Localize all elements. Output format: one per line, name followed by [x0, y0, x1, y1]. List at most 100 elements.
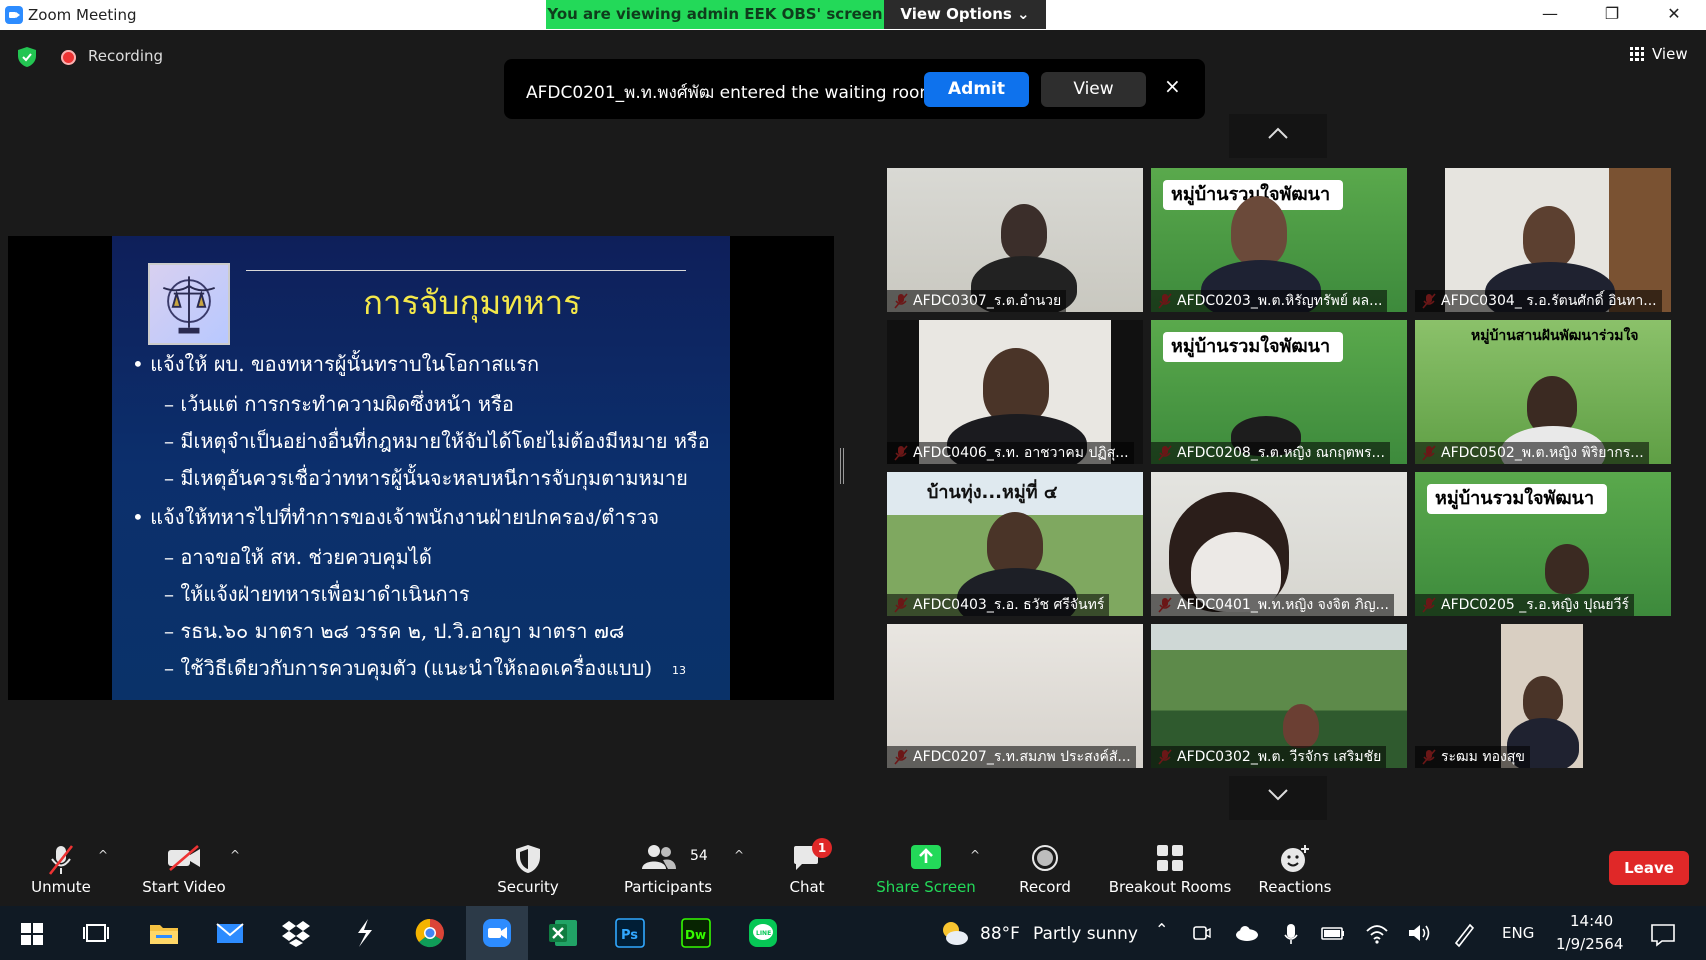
record-icon	[1032, 845, 1058, 871]
app-s-icon[interactable]	[346, 915, 382, 951]
participant-tile[interactable]: AFDC0401_พ.ท.หญิง จงจิต ภิญ...	[1151, 472, 1407, 616]
reactions-button[interactable]: Reactions	[1256, 832, 1334, 904]
slide-sub-bullet: – ให้แจ้งฝ่ายทหารเพื่อมาดำเนินการ	[164, 582, 470, 606]
participant-tile[interactable]: หมู่บ้านรวมใจพัฒนา AFDC0205 _ร.อ.หญิง ปุ…	[1415, 472, 1671, 616]
participant-tile[interactable]: หมู่บ้านรวมใจพัฒนา AFDC0203_พ.ต.หิรัญทรั…	[1151, 168, 1407, 312]
title-rule	[246, 270, 686, 271]
photoshop-icon[interactable]: Ps	[612, 915, 648, 951]
wifi-icon[interactable]	[1364, 915, 1390, 951]
file-explorer-icon[interactable]	[146, 915, 182, 951]
zoom-icon[interactable]	[479, 915, 515, 951]
share-screen-button[interactable]: Share Screen	[874, 832, 978, 904]
mail-icon[interactable]	[212, 915, 248, 951]
share-options-caret[interactable]: ^	[970, 848, 980, 862]
line-icon[interactable]: LINE	[745, 915, 781, 951]
participant-tile[interactable]: AFDC0307_ร.ต.อำนวย	[887, 168, 1143, 312]
participant-tile[interactable]: AFDC0304_ ร.อ.รัตนศักดิ์ อินทา...	[1415, 168, 1671, 312]
gallery-prev-button[interactable]	[1229, 114, 1327, 158]
participant-tile[interactable]: AFDC0406_ร.ท. อาชวาคม ปฏิสุ...	[887, 320, 1143, 464]
restore-button[interactable]: ❐	[1582, 0, 1642, 30]
view-waiting-room-button[interactable]: View	[1041, 72, 1146, 107]
windows-start-icon[interactable]	[14, 915, 50, 951]
participant-tile[interactable]: AFDC0207_ร.ท.สมภพ ประสงค์สั...	[887, 624, 1143, 768]
video-options-caret[interactable]: ^	[230, 848, 240, 862]
virtual-background-banner: หมู่บ้านรวมใจพัฒนา	[1163, 332, 1343, 362]
slide-title: การจับกุมทหาร	[362, 283, 581, 322]
breakout-rooms-button[interactable]: Breakout Rooms	[1106, 832, 1234, 904]
participants-icon	[642, 845, 677, 869]
record-button[interactable]: Record	[1010, 832, 1080, 904]
task-view-icon[interactable]	[78, 915, 114, 951]
slide-sub-bullet: – มีเหตุอันควรเชื่อว่าทหารผู้นั้นจะหลบหน…	[164, 466, 688, 490]
slide-sub-bullet: – ใช้วิธีเดียวกับการควบคุมตัว (แนะนำให้ถ…	[164, 656, 653, 680]
virtual-background-banner: บ้านทุ่ง...หมู่ที่ ๔	[927, 482, 1058, 503]
virtual-background-banner: หมู่บ้านรวมใจพัฒนา	[1427, 484, 1607, 514]
close-notification-icon[interactable]: ×	[1164, 74, 1181, 98]
security-button[interactable]: Security	[490, 832, 566, 904]
audio-options-caret[interactable]: ^	[98, 848, 108, 862]
chevron-down-icon	[1268, 789, 1288, 801]
chat-unread-badge: 1	[812, 838, 832, 858]
volume-icon[interactable]	[1406, 915, 1432, 951]
unmute-button[interactable]: Unmute	[20, 832, 102, 904]
record-label: Record	[1019, 878, 1071, 896]
view-options-button[interactable]: View Options ⌄	[884, 0, 1046, 29]
encryption-shield-icon[interactable]	[18, 47, 36, 67]
participant-tile[interactable]: หมู่บ้านสานฝันพัฒนาร่วมใจ AFDC0502_พ.ต.ห…	[1415, 320, 1671, 464]
slide-sub-bullet: – รธน.๖๐ มาตรา ๒๘ วรรค ๒, ป.วิ.อาญา มาตร…	[164, 619, 625, 643]
chrome-icon[interactable]	[412, 915, 448, 951]
participant-name: AFDC0203_พ.ต.หิรัญทรัพย์ ผล...	[1151, 290, 1388, 312]
breakout-rooms-label: Breakout Rooms	[1108, 878, 1232, 896]
notification-center-icon[interactable]	[1648, 915, 1678, 951]
close-window-button[interactable]: ✕	[1644, 0, 1704, 30]
chat-button[interactable]: 1 Chat	[776, 832, 838, 904]
shared-screen: การจับกุมทหาร • แจ้งให้ ผบ. ของทหารผู้นั…	[8, 236, 834, 700]
svg-text:Ps: Ps	[621, 928, 638, 943]
title-bar: Zoom Meeting You are viewing admin EEK O…	[0, 0, 1706, 30]
dropbox-icon[interactable]	[278, 915, 314, 951]
gallery-view-button[interactable]: View	[1628, 43, 1696, 69]
clock-time[interactable]: 14:40	[1570, 912, 1613, 930]
slide-sub-bullet: – มีเหตุจำเป็นอย่างอื่นที่กฎหมายให้จับได…	[164, 429, 710, 453]
slide-sub-bullet: – เว้นแต่ การกระทำความผิดซึ่งหน้า หรือ	[164, 392, 514, 416]
clock-date[interactable]: 1/9/2564	[1556, 935, 1623, 953]
slide-page-number: 13	[672, 664, 686, 677]
microphone-tray-icon[interactable]	[1280, 915, 1302, 951]
pen-tray-icon[interactable]	[1450, 915, 1476, 951]
language-indicator[interactable]: ENG	[1502, 924, 1534, 942]
participant-name: AFDC0207_ร.ท.สมภพ ประสงค์สั...	[887, 746, 1136, 768]
participant-tile[interactable]: หมู่บ้านรวมใจพัฒนา AFDC0208_ร.ต.หญิง ณกฤ…	[1151, 320, 1407, 464]
share-screen-icon	[911, 845, 941, 869]
excel-icon[interactable]	[545, 915, 581, 951]
participants-button[interactable]: 54 Participants	[614, 832, 722, 904]
gallery-next-button[interactable]	[1229, 776, 1327, 820]
partly-sunny-weather-icon[interactable]	[936, 915, 972, 951]
admit-button[interactable]: Admit	[924, 72, 1029, 107]
weather-description[interactable]: Partly sunny	[1033, 924, 1138, 944]
minimize-button[interactable]: —	[1520, 0, 1580, 30]
tray-chevron-up-icon[interactable]: ⌃	[1155, 920, 1168, 939]
participant-tile[interactable]: บ้านทุ่ง...หมู่ที่ ๔ AFDC0403_ร.อ. ธวัช …	[887, 472, 1143, 616]
battery-icon[interactable]	[1320, 915, 1346, 951]
unmute-label: Unmute	[31, 878, 91, 896]
weather-temperature[interactable]: 88°F	[980, 924, 1020, 944]
participant-tile[interactable]: AFDC0302_พ.ต. วีรจักร เสริมชัย	[1151, 624, 1407, 768]
participant-tile[interactable]: ระฒม ทองสุข	[1415, 624, 1671, 768]
reactions-label: Reactions	[1258, 878, 1332, 896]
recording-indicator-icon	[61, 50, 76, 65]
security-label: Security	[497, 878, 559, 896]
chevron-up-icon	[1268, 127, 1288, 139]
shield-icon	[516, 845, 540, 873]
leave-meeting-button[interactable]: Leave	[1609, 851, 1689, 885]
onedrive-cloud-icon[interactable]	[1234, 915, 1260, 951]
split-resize-handle[interactable]	[840, 448, 844, 484]
window-title: Zoom Meeting	[28, 6, 137, 24]
presentation-slide: การจับกุมทหาร • แจ้งให้ ผบ. ของทหารผู้นั…	[112, 236, 730, 700]
start-video-button[interactable]: Start Video	[136, 832, 232, 904]
zoom-window: Zoom Meeting You are viewing admin EEK O…	[0, 0, 1706, 960]
participant-name: AFDC0205 _ร.อ.หญิง ปุณยวีร์	[1415, 594, 1634, 616]
meet-now-icon[interactable]	[1190, 915, 1212, 951]
dreamweaver-icon[interactable]: Dw	[678, 915, 714, 951]
slide-bullet: • แจ้งให้ทหารไปที่ทำการของเจ้าพนักงานฝ่า…	[132, 505, 660, 529]
participants-options-caret[interactable]: ^	[734, 848, 744, 862]
